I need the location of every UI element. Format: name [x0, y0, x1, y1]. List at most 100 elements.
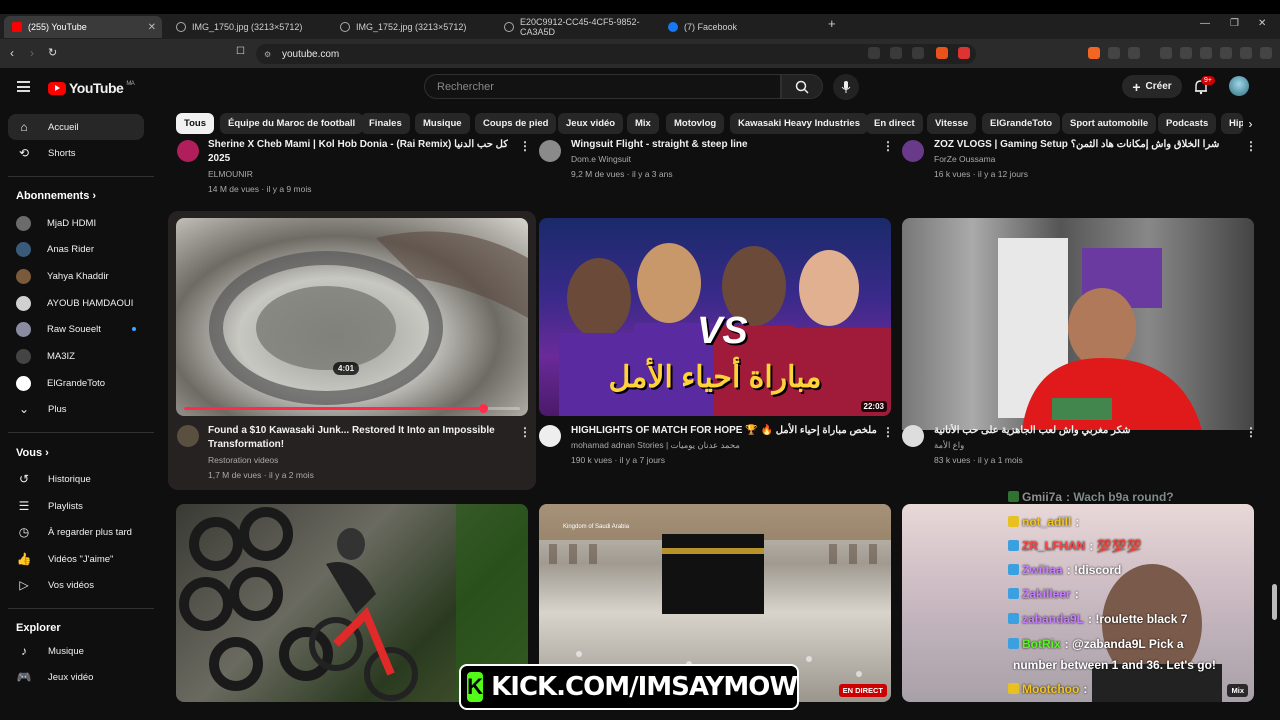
site-info-icon[interactable]: ⚙ [264, 50, 271, 59]
video-title[interactable]: Wingsuit Flight - straight & steep line [571, 138, 748, 152]
video-title-line2[interactable]: Transformation! [208, 438, 284, 452]
sidebar-item-history[interactable]: ↺ Historique [8, 466, 144, 492]
more-actions-icon[interactable]: ⋮ [519, 425, 531, 439]
sidebar-item-music[interactable]: ♪ Musique [8, 638, 144, 664]
tab-img-1750[interactable]: IMG_1750.jpg (3213×5712) [168, 16, 332, 38]
more-actions-icon[interactable]: ⋮ [882, 425, 894, 439]
chip-morocco-football[interactable]: Équipe du Maroc de football [220, 113, 364, 134]
sidebar-sub-anas-rider[interactable]: Anas Rider [8, 236, 144, 262]
video-title[interactable]: ZOZ VLOGS | Gaming Setup شرا الخلاق واش … [934, 138, 1234, 152]
channel-avatar[interactable] [902, 425, 924, 447]
new-tab-icon[interactable]: + [828, 16, 836, 31]
sidebar-item-shorts[interactable]: ⟲ Shorts [8, 140, 144, 166]
chip-music[interactable]: Musique [415, 113, 470, 134]
wallet-icon[interactable] [1128, 47, 1140, 59]
tab-img-1752[interactable]: IMG_1752.jpg (3213×5712) [332, 16, 496, 38]
scrubber-handle[interactable] [479, 404, 489, 413]
video-thumbnail[interactable]: VS مباراة أحياء الأمل 22:03 [539, 218, 891, 416]
sidebar-sub-raw-soueelt[interactable]: Raw Soueelt [8, 316, 144, 342]
chip-all[interactable]: Tous [176, 113, 214, 134]
chip-podcasts[interactable]: Podcasts [1158, 113, 1217, 134]
page-scrollbar-thumb[interactable] [1272, 584, 1277, 620]
translate-icon[interactable] [868, 47, 880, 59]
channel-name[interactable]: Dom.e Wingsuit [571, 152, 631, 166]
channel-name[interactable]: mohamad adnan Stories | محمد عدنان يوميا… [571, 438, 740, 452]
hamburger-menu-icon[interactable] [17, 81, 30, 92]
close-tab-icon[interactable]: ✕ [148, 22, 156, 33]
sidebar-sub-elgrandetoto[interactable]: ElGrandeToto [8, 370, 144, 396]
voice-search-button[interactable] [833, 74, 859, 100]
sidebar-item-watch-later[interactable]: ◷ À regarder plus tard [8, 519, 144, 545]
back-icon[interactable]: ‹ [10, 46, 14, 60]
video-title[interactable]: شكر مغربي واش لعب الجاهزية على حب الأنان… [934, 424, 1234, 438]
tab-youtube[interactable]: (255) YouTube ✕ [4, 16, 162, 38]
channel-avatar[interactable] [539, 425, 561, 447]
more-actions-icon[interactable]: ⋮ [1245, 425, 1257, 439]
chip-live[interactable]: En direct [866, 113, 923, 134]
sidebar-item-your-videos[interactable]: ▷ Vos vidéos [8, 572, 144, 598]
sidebar-toggle-icon[interactable] [1160, 47, 1172, 59]
chip-video-games[interactable]: Jeux vidéo [558, 113, 624, 134]
youtube-logo[interactable]: YouTube MA [48, 80, 135, 96]
shield-icon[interactable] [1220, 47, 1232, 59]
chip-mix[interactable]: Mix [627, 113, 659, 134]
chip-kicks[interactable]: Coups de pied [475, 113, 557, 134]
minimize-icon[interactable]: — [1200, 18, 1210, 29]
more-actions-icon[interactable]: ⋮ [519, 139, 531, 153]
channel-name[interactable]: ELMOUNIR [208, 167, 253, 181]
chip-motorsport[interactable]: Sport automobile [1062, 113, 1157, 134]
account-avatar[interactable] [1229, 76, 1249, 96]
search-input[interactable]: Rechercher [424, 74, 781, 99]
create-button[interactable]: + Créer [1122, 75, 1182, 98]
channel-avatar[interactable] [902, 140, 924, 162]
channel-avatar[interactable] [177, 425, 199, 447]
share-icon[interactable] [912, 47, 924, 59]
extension-icon[interactable] [1088, 47, 1100, 59]
reload-icon[interactable]: ↻ [48, 46, 57, 59]
chips-next-arrow-icon[interactable]: › [1240, 113, 1261, 134]
maximize-icon[interactable]: ❐ [1230, 18, 1239, 29]
chip-speed[interactable]: Vitesse [927, 113, 977, 134]
screenshot-icon[interactable] [890, 47, 902, 59]
video-thumbnail[interactable] [902, 218, 1254, 430]
sidebar-item-gaming[interactable]: 🎮 Jeux vidéo [8, 664, 144, 690]
sidebar-more-button[interactable]: ⌄ Plus [8, 396, 144, 422]
channel-avatar[interactable] [539, 140, 561, 162]
sidebar-item-liked[interactable]: 👍 Vidéos "J'aime" [8, 546, 144, 572]
chip-elgrandetoto[interactable]: ElGrandeToto [982, 113, 1061, 134]
sidebar-item-home[interactable]: ⌂ Accueil [8, 114, 144, 140]
more-actions-icon[interactable]: ⋮ [882, 139, 894, 153]
sidebar-sub-yahya-khaddir[interactable]: Yahya Khaddir [8, 263, 144, 289]
close-window-icon[interactable]: ✕ [1258, 18, 1266, 29]
channel-name[interactable]: ForZe Oussama [934, 152, 995, 166]
video-thumbnail[interactable]: Mix [902, 504, 1254, 702]
you-heading[interactable]: Vous › [16, 447, 49, 459]
sidebar-item-playlists[interactable]: ☰ Playlists [8, 493, 144, 519]
rewards-icon[interactable] [958, 47, 970, 59]
forward-icon[interactable]: › [30, 46, 34, 60]
menu-icon[interactable] [1260, 47, 1272, 59]
video-title-line2[interactable]: 2025 [208, 152, 230, 166]
more-actions-icon[interactable]: ⋮ [1245, 139, 1257, 153]
sidebar-sub-ayoub-hamdaoui[interactable]: AYOUB HAMDAOUI [8, 290, 144, 316]
sidebar-sub-mjad-hdmi[interactable]: MjaD HDMI [8, 210, 144, 236]
bookmark-icon[interactable]: ☐ [236, 46, 245, 57]
preview-scrubber[interactable] [184, 407, 520, 410]
video-title[interactable]: Sherine X Cheb Mami | Kol Hob Donia - (R… [208, 138, 508, 152]
chip-kawasaki[interactable]: Kawasaki Heavy Industries [730, 113, 868, 134]
chip-motovlog[interactable]: Motovlog [666, 113, 725, 134]
chip-finals[interactable]: Finales [361, 113, 410, 134]
tab-facebook[interactable]: (7) Facebook [660, 16, 824, 38]
puzzle-icon[interactable] [1108, 47, 1120, 59]
brave-shield-icon[interactable] [936, 47, 948, 59]
sidebar-sub-ma3iz[interactable]: MA3IZ [8, 343, 144, 369]
video-title[interactable]: HIGHLIGHTS OF MATCH FOR HOPE 🏆 🔥 ملخص مب… [571, 424, 877, 438]
subscriptions-heading[interactable]: Abonnements › [16, 190, 96, 202]
profile-icon[interactable] [1240, 47, 1252, 59]
video-thumbnail[interactable]: 4:01 [176, 218, 528, 416]
channel-avatar[interactable] [177, 140, 199, 162]
leo-icon[interactable] [1180, 47, 1192, 59]
video-title[interactable]: Found a $10 Kawasaki Junk... Restored It… [208, 424, 495, 438]
tab-e20c9912[interactable]: E20C9912-CC45-4CF5-9852-CA3A5D [496, 16, 660, 38]
channel-name[interactable]: Restoration videos [208, 453, 278, 467]
